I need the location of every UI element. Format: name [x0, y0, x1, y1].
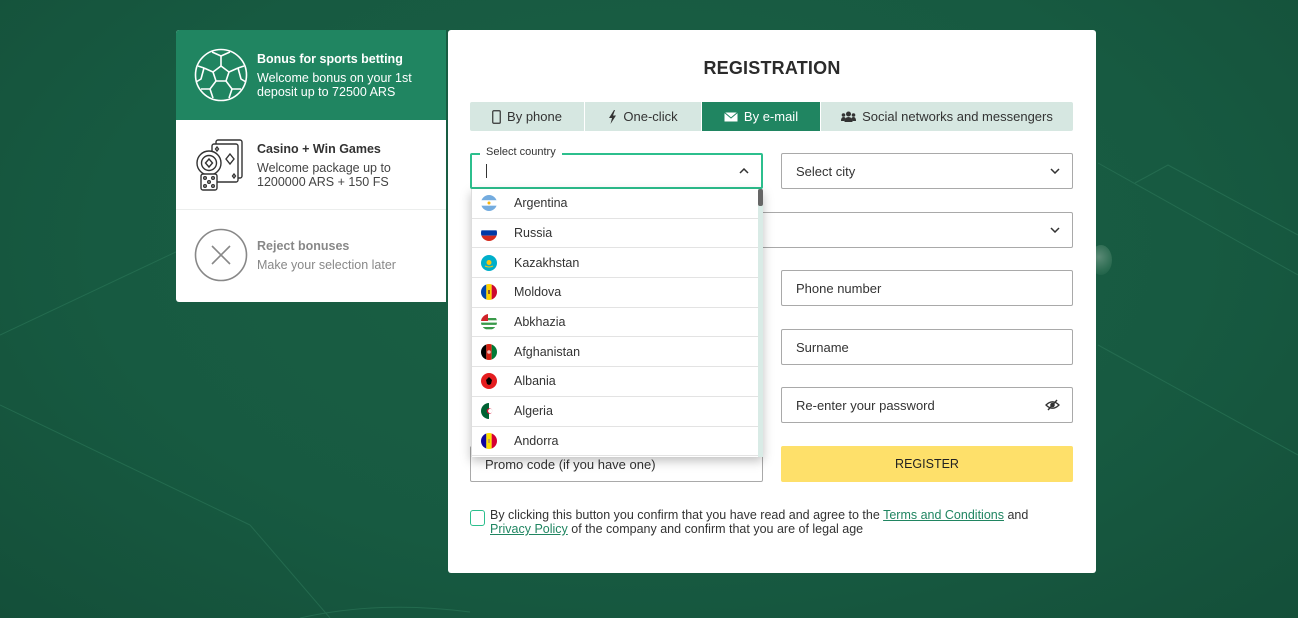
country-option-label: Moldova [514, 285, 562, 300]
city-select-placeholder: Select city [796, 163, 856, 179]
phone-number-input[interactable]: Phone number [781, 270, 1073, 306]
tab-social-networks[interactable]: Social networks and messengers [821, 102, 1073, 131]
tab-label: Social networks and messengers [862, 109, 1053, 124]
country-select[interactable]: Select country [470, 146, 763, 189]
country-option-albania[interactable]: Albania [472, 367, 759, 397]
text-cursor [486, 164, 487, 178]
terms-text: By clicking this button you confirm that… [490, 508, 1070, 536]
eye-slash-icon[interactable] [1045, 399, 1060, 411]
promo-code-placeholder: Promo code (if you have one) [485, 456, 656, 472]
country-option-algeria[interactable]: Algeria [472, 397, 759, 427]
bonus-option-sports[interactable]: Bonus for sports betting Welcome bonus o… [176, 30, 446, 120]
country-option-label: Russia [514, 226, 553, 241]
terms-text-before: By clicking this button you confirm that… [490, 508, 880, 522]
tab-one-click[interactable]: One-click [585, 102, 702, 131]
casino-icon [194, 138, 248, 192]
bonus-description: Welcome package up to 1200000 ARS + 150 … [257, 160, 391, 189]
argentina-flag-icon [481, 195, 497, 212]
mobile-phone-icon [492, 109, 501, 124]
users-icon [841, 111, 857, 122]
russia-flag-icon [481, 225, 497, 242]
city-select[interactable]: Select city [781, 153, 1073, 189]
reenter-password-input[interactable]: Re-enter your password [781, 387, 1073, 423]
bonus-title: Reject bonuses [257, 239, 350, 253]
country-option-moldova[interactable]: Moldova [472, 278, 759, 308]
envelope-icon [724, 111, 738, 121]
surname-input[interactable]: Surname [781, 329, 1073, 365]
country-option-label: Afghanistan [514, 344, 581, 359]
country-option-argentina[interactable]: Argentina [472, 189, 759, 219]
bonus-option-casino[interactable]: Casino + Win Games Welcome package up to… [176, 120, 446, 210]
chevron-down-icon [1050, 168, 1060, 174]
page-title: REGISTRATION [703, 58, 841, 78]
abkhazia-flag-icon [481, 314, 497, 331]
chevron-down-icon [1050, 227, 1060, 233]
afghanistan-flag-icon [481, 343, 497, 360]
country-option-andorra[interactable]: Andorra [472, 427, 759, 457]
dropdown-scrollbar[interactable] [758, 189, 763, 457]
tab-label: By e-mail [743, 109, 799, 124]
tab-label: One-click [623, 109, 678, 124]
terms-agreement: By clicking this button you confirm that… [470, 508, 1070, 536]
reenter-password-placeholder: Re-enter your password [796, 397, 935, 413]
dropdown-scrollbar-thumb[interactable] [758, 189, 763, 206]
algeria-flag-icon [481, 403, 497, 420]
tab-by-phone[interactable]: By phone [470, 102, 585, 131]
kazakhstan-flag-icon [481, 254, 497, 271]
bonus-title: Casino + Win Games [257, 141, 381, 156]
albania-flag-icon [481, 373, 497, 390]
chevron-up-icon [739, 168, 749, 174]
terms-text-after: of the company and confirm that you are … [571, 522, 864, 536]
country-select-label: Select country [480, 146, 562, 158]
phone-number-placeholder: Phone number [796, 280, 882, 296]
soccer-ball-icon [194, 48, 248, 102]
country-option-label: Algeria [514, 404, 553, 419]
lightning-icon [609, 109, 617, 124]
reject-icon [194, 228, 248, 282]
country-dropdown-list: Argentina Russia Kazakhstan Moldova Abkhazia… [471, 189, 763, 457]
country-option-russia[interactable]: Russia [472, 219, 759, 249]
bonus-option-reject[interactable]: Reject bonuses Make your selection later [176, 210, 446, 300]
country-option-label: Kazakhstan [514, 255, 580, 270]
privacy-policy-link[interactable]: Privacy Policy [490, 522, 568, 536]
terms-checkbox[interactable] [470, 510, 485, 526]
bonus-description: Welcome bonus on your 1st deposit up to … [257, 71, 412, 99]
country-option-afghanistan[interactable]: Afghanistan [472, 337, 759, 368]
country-option-label: Albania [514, 374, 556, 389]
country-option-label: Andorra [514, 433, 559, 448]
register-button[interactable]: REGISTER [781, 446, 1073, 482]
andorra-flag-icon [481, 432, 497, 449]
surname-placeholder: Surname [796, 339, 849, 355]
country-option-kazakhstan[interactable]: Kazakhstan [472, 248, 759, 279]
terms-and-conditions-link[interactable]: Terms and Conditions [883, 508, 1004, 522]
bonus-selection-panel: Bonus for sports betting Welcome bonus o… [176, 30, 446, 302]
bonus-title: Bonus for sports betting [257, 52, 403, 66]
currency-select[interactable] [748, 212, 1073, 248]
country-option-abkhazia[interactable]: Abkhazia [472, 308, 759, 338]
bonus-description: Make your selection later [257, 258, 396, 272]
tab-label: By phone [507, 109, 562, 124]
registration-method-tabs: By phone One-click By e-mail Social netw… [470, 102, 1073, 131]
moldova-flag-icon [481, 284, 497, 301]
terms-and: and [1007, 508, 1029, 522]
country-options: Argentina Russia Kazakhstan Moldova Abkhazia… [472, 189, 759, 457]
country-option-label: Argentina [514, 196, 568, 211]
tab-by-email[interactable]: By e-mail [702, 102, 821, 131]
country-option-label: Abkhazia [514, 315, 566, 330]
